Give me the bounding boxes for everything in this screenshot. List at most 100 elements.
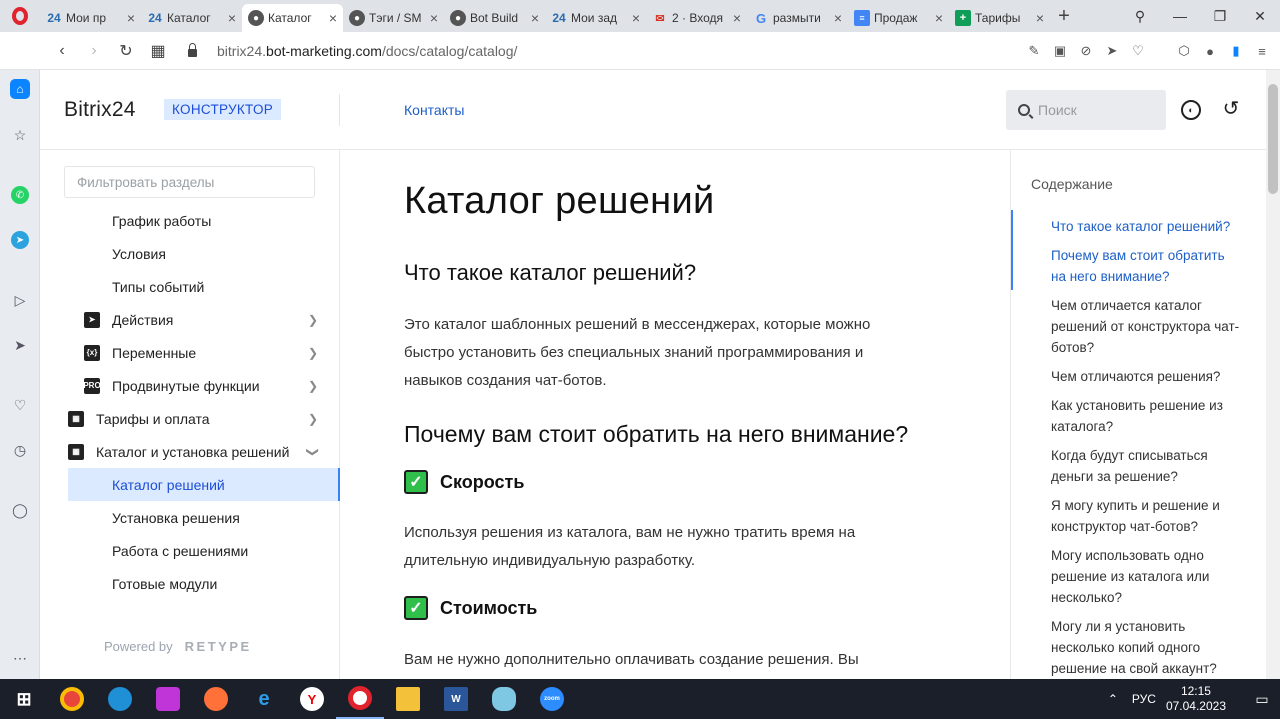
profile-icon[interactable]: ● bbox=[1202, 44, 1218, 59]
nav-item[interactable]: ▦ Тарифы и оплата ❯ bbox=[68, 402, 340, 435]
chrome-icon[interactable] bbox=[48, 679, 96, 719]
search-input[interactable]: Поиск bbox=[1006, 90, 1166, 130]
chevron-down-icon[interactable]: ❯ bbox=[306, 446, 320, 456]
browser-tab[interactable]: 24 Каталог × bbox=[141, 4, 242, 32]
nav-item[interactable]: Работа с решениями bbox=[68, 534, 340, 567]
close-tab-icon[interactable]: × bbox=[228, 10, 236, 26]
new-tab-button[interactable]: + bbox=[1050, 5, 1078, 28]
contacts-link[interactable]: Контакты bbox=[404, 102, 464, 118]
chevron-right-icon[interactable]: ❯ bbox=[308, 412, 318, 426]
toc-item[interactable]: Когда будут списываться деньги за решени… bbox=[1051, 445, 1241, 487]
cube-icon[interactable]: ⬡ bbox=[1176, 43, 1192, 59]
opera-menu-icon[interactable] bbox=[0, 0, 40, 32]
battery-icon[interactable]: ▮ bbox=[1228, 43, 1244, 59]
nav-item[interactable]: ➤ Действия ❯ bbox=[68, 303, 340, 336]
nav-item[interactable]: График работы bbox=[68, 204, 340, 237]
paint-icon[interactable] bbox=[480, 679, 528, 719]
home-icon[interactable]: ⌂ bbox=[10, 79, 30, 99]
menu-icon[interactable]: ≡ bbox=[1254, 44, 1270, 59]
app-icon[interactable] bbox=[144, 679, 192, 719]
close-tab-icon[interactable]: × bbox=[531, 10, 539, 26]
browser-tab[interactable]: + Тарифы × bbox=[949, 4, 1050, 32]
notifications-icon[interactable]: ▭ bbox=[1244, 691, 1280, 708]
browser-tab[interactable]: ≡ Продаж × bbox=[848, 4, 949, 32]
toc-item[interactable]: Я могу купить и решение и конструктор ча… bbox=[1051, 495, 1241, 537]
nav-item[interactable]: {x} Переменные ❯ bbox=[68, 336, 340, 369]
heart-sidebar-icon[interactable]: ♡ bbox=[10, 395, 30, 415]
camera-icon[interactable]: ▣ bbox=[1052, 43, 1068, 59]
close-tab-icon[interactable]: × bbox=[430, 10, 438, 26]
nav-item[interactable]: Установка решения bbox=[68, 501, 340, 534]
toc-item[interactable]: Что такое каталог решений? bbox=[1051, 216, 1241, 237]
nav-item[interactable]: PRO Продвинутые функции ❯ bbox=[68, 369, 340, 402]
brand-logo[interactable]: Bitrix24 bbox=[64, 98, 136, 122]
nav-item[interactable]: ▦ Каталог и установка решений ❯ bbox=[68, 435, 340, 468]
tray-chevron-icon[interactable]: ⌃ bbox=[1108, 692, 1118, 706]
send-icon[interactable]: ➤ bbox=[1104, 43, 1120, 59]
forward-button[interactable]: › bbox=[78, 42, 110, 60]
firefox-icon[interactable] bbox=[192, 679, 240, 719]
filter-sections-input[interactable]: Фильтровать разделы bbox=[64, 166, 315, 198]
telegram-icon[interactable]: ➤ bbox=[11, 231, 29, 249]
nav-item[interactable]: Условия bbox=[68, 237, 340, 270]
send-sidebar-icon[interactable]: ➤ bbox=[10, 335, 30, 355]
word-icon[interactable]: W bbox=[432, 679, 480, 719]
chevron-right-icon[interactable]: ❯ bbox=[308, 313, 318, 327]
clock[interactable]: 12:15 07.04.2023 bbox=[1166, 684, 1226, 714]
toc-item[interactable]: Почему вам стоит обратить на него вниман… bbox=[1051, 245, 1241, 287]
browser-tab[interactable]: ✉ 2 · Входя × bbox=[646, 4, 747, 32]
history-icon[interactable]: ↺ bbox=[1221, 98, 1241, 120]
ie-icon[interactable]: e bbox=[240, 679, 288, 719]
more-icon[interactable]: ⋯ bbox=[10, 648, 30, 668]
theme-toggle-icon[interactable]: ◐ bbox=[1181, 100, 1201, 120]
browser-tab[interactable]: ● Bot Build × bbox=[444, 4, 545, 32]
browser-tab[interactable]: 24 Мои пр × bbox=[40, 4, 141, 32]
browser-tab[interactable]: ● Тэги / SM × bbox=[343, 4, 444, 32]
edge-icon[interactable] bbox=[96, 679, 144, 719]
close-tab-icon[interactable]: × bbox=[935, 10, 943, 26]
close-tab-icon[interactable]: × bbox=[127, 10, 135, 26]
player-icon[interactable]: ▷ bbox=[10, 290, 30, 310]
zoom-icon[interactable]: zoom bbox=[528, 679, 576, 719]
nav-item[interactable]: Типы событий bbox=[68, 270, 340, 303]
page-scrollbar[interactable] bbox=[1266, 70, 1280, 679]
edit-icon[interactable]: ✎ bbox=[1026, 43, 1042, 59]
history-sidebar-icon[interactable]: ◷ bbox=[10, 440, 30, 460]
whatsapp-icon[interactable]: ✆ bbox=[11, 186, 29, 204]
scrollbar-thumb[interactable] bbox=[1268, 84, 1278, 194]
file-explorer-icon[interactable] bbox=[384, 679, 432, 719]
close-tab-icon[interactable]: × bbox=[733, 10, 741, 26]
language-indicator[interactable]: РУС bbox=[1132, 692, 1156, 706]
back-button[interactable]: ‹ bbox=[46, 42, 78, 60]
close-tab-icon[interactable]: × bbox=[329, 10, 337, 26]
toc-item[interactable]: Чем отличается каталог решений от констр… bbox=[1051, 295, 1241, 358]
close-tab-icon[interactable]: × bbox=[834, 10, 842, 26]
star-icon[interactable]: ☆ bbox=[10, 125, 30, 145]
chevron-right-icon[interactable]: ❯ bbox=[308, 379, 318, 393]
windows-start-icon[interactable]: ⊞ bbox=[0, 679, 48, 719]
nav-item[interactable]: Готовые модули bbox=[68, 567, 340, 600]
maximize-button[interactable]: ❐ bbox=[1200, 8, 1240, 25]
reload-button[interactable]: ↻ bbox=[110, 41, 142, 61]
chevron-right-icon[interactable]: ❯ bbox=[308, 346, 318, 360]
adblock-icon[interactable]: ⊘ bbox=[1078, 43, 1094, 59]
nav-item[interactable]: Каталог решений bbox=[68, 468, 340, 501]
heart-icon[interactable]: ♡ bbox=[1130, 43, 1146, 59]
toc-item[interactable]: Могу ли я установить несколько копий одн… bbox=[1051, 616, 1241, 679]
yandex-icon[interactable]: Y bbox=[288, 679, 336, 719]
url-field[interactable]: bitrix24. bot-marketing.com/docs/catalog/… bbox=[188, 42, 517, 59]
browser-tab[interactable]: 24 Мои зад × bbox=[545, 4, 646, 32]
browser-tab[interactable]: Gразмыти × bbox=[747, 4, 848, 32]
toc-item[interactable]: Чем отличаются решения? bbox=[1051, 366, 1241, 387]
toc-item[interactable]: Как установить решение из каталога? bbox=[1051, 395, 1241, 437]
tab-grid-icon[interactable]: ▦ bbox=[142, 41, 174, 61]
powered-by[interactable]: Powered by RETYPE bbox=[104, 639, 252, 654]
close-tab-icon[interactable]: × bbox=[632, 10, 640, 26]
lightbulb-icon[interactable]: ◯ bbox=[10, 500, 30, 520]
close-tab-icon[interactable]: × bbox=[1036, 10, 1044, 26]
minimize-button[interactable]: — bbox=[1160, 8, 1200, 24]
close-window-button[interactable]: ✕ bbox=[1240, 8, 1280, 25]
browser-tab[interactable]: ● Каталог × bbox=[242, 4, 343, 32]
search-tabs-icon[interactable]: ⚲ bbox=[1120, 8, 1160, 25]
toc-item[interactable]: Могу использовать одно решение из катало… bbox=[1051, 545, 1241, 608]
